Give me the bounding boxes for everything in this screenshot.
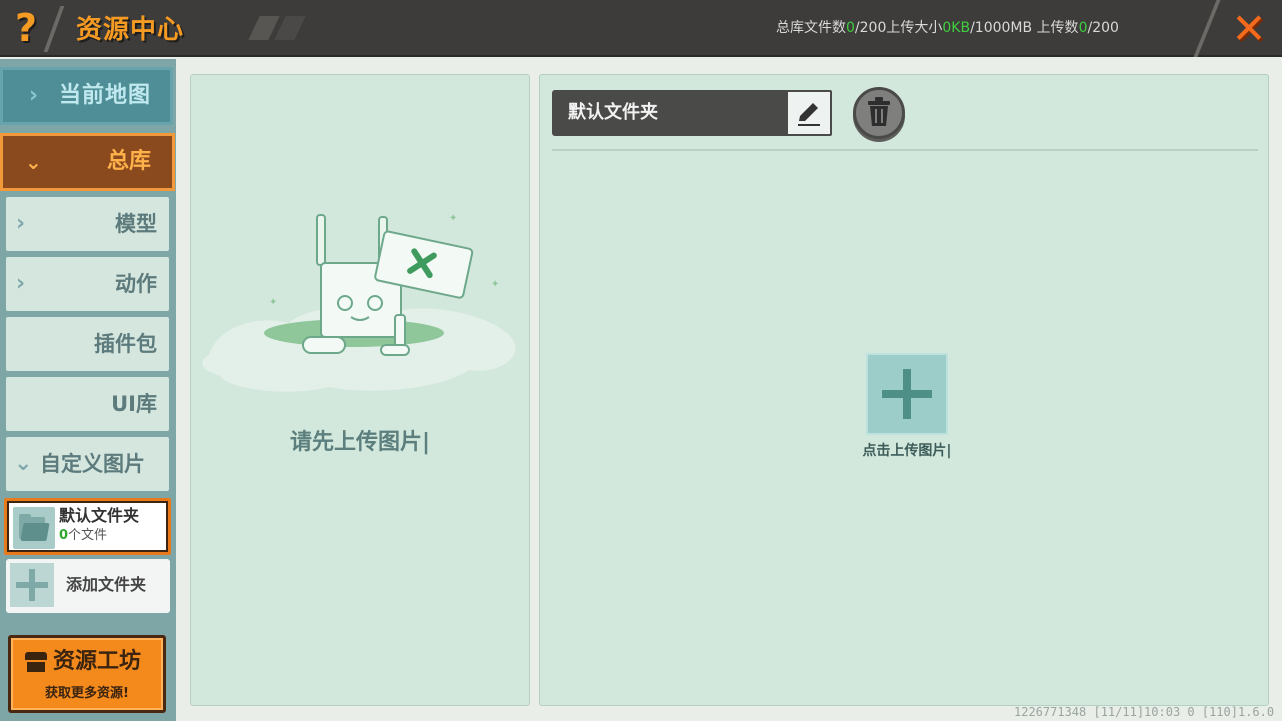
sidebar-item-label: 动作 xyxy=(115,272,157,296)
upload-count-label: 上传数 xyxy=(1032,20,1079,36)
folder-item-default[interactable]: 默认文件夹 0个文件 xyxy=(4,498,171,555)
header-decoration xyxy=(248,16,306,40)
chevron-right-icon: › xyxy=(16,211,26,236)
preview-panel: ✦ ✦ ✦ 请先上传图片| xyxy=(190,74,530,706)
chevron-right-icon: › xyxy=(29,83,39,108)
chevron-down-icon: ⌄ xyxy=(14,451,33,476)
sidebar-item-ui-library[interactable]: UI库 xyxy=(6,377,169,431)
sidebar-item-label: 模型 xyxy=(115,212,157,236)
panel-divider xyxy=(552,149,1258,151)
page-title: 资源中心 xyxy=(76,15,185,45)
empty-state-text: 请先上传图片| xyxy=(289,430,431,455)
upload-image-button[interactable] xyxy=(866,353,948,435)
svg-text:✦: ✦ xyxy=(491,279,499,290)
svg-text:✦: ✦ xyxy=(449,213,457,224)
total-files-max: /200 xyxy=(854,20,887,36)
folder-title: 默认文件夹 xyxy=(568,102,658,123)
add-folder-label: 添加文件夹 xyxy=(66,575,147,594)
sidebar-item-models[interactable]: › 模型 xyxy=(6,197,169,251)
plus-icon xyxy=(10,563,54,607)
add-folder-button[interactable]: 添加文件夹 xyxy=(6,559,170,613)
trash-icon xyxy=(868,97,890,126)
sidebar-item-actions[interactable]: › 动作 xyxy=(6,257,169,311)
sidebar-item-custom-images[interactable]: ⌄ 自定义图片 xyxy=(6,437,169,491)
total-files-label: 总库文件数 xyxy=(776,20,846,36)
upload-size-label: 上传大小 xyxy=(886,20,943,36)
storage-stats: 总库文件数0/200上传大小0KB/1000MB 上传数0/200 xyxy=(776,18,1119,38)
sidebar-item-label: 插件包 xyxy=(94,332,157,356)
sidebar-item-label: 总库 xyxy=(107,149,152,174)
upload-size-value: 0KB xyxy=(942,20,971,36)
close-icon[interactable]: ✕ xyxy=(1226,6,1272,52)
sidebar-item-label: 自定义图片 xyxy=(40,452,145,476)
shop-icon xyxy=(25,652,47,672)
header-bar: ? 资源中心 总库文件数0/200上传大小0KB/1000MB 上传数0/200… xyxy=(0,0,1282,57)
folder-count-suffix: 个文件 xyxy=(68,528,108,543)
folder-file-count: 0个文件 xyxy=(59,527,107,545)
folder-content-panel: 默认文件夹 点击上传图片| xyxy=(539,74,1269,706)
chevron-down-icon: ⌄ xyxy=(25,150,42,174)
workshop-title: 资源工坊 xyxy=(53,649,142,674)
empty-state-illustration: ✦ ✦ ✦ xyxy=(202,213,516,392)
header-divider-right xyxy=(1193,0,1221,57)
build-info: 1226771348 [11/11]10:03 0 [110]1.6.0 xyxy=(1014,705,1275,719)
sidebar-item-label: 当前地图 xyxy=(59,83,152,108)
delete-folder-button[interactable] xyxy=(853,87,905,139)
sidebar-item-label: UI库 xyxy=(111,392,157,416)
svg-text:✦: ✦ xyxy=(269,297,277,308)
chevron-right-icon: › xyxy=(16,271,26,296)
sidebar: › 当前地图 ⌄ 总库 › 模型 › 动作 插件包 UI库 ⌄ 自定义图片 默认… xyxy=(0,59,176,721)
resource-workshop-button[interactable]: 资源工坊 获取更多资源! xyxy=(8,635,166,713)
edit-folder-button[interactable] xyxy=(786,90,832,136)
upload-image-label: 点击上传图片| xyxy=(862,443,952,459)
upload-size-max: /1000MB xyxy=(970,20,1033,36)
folder-icon xyxy=(13,507,55,549)
sidebar-item-library[interactable]: ⌄ 总库 xyxy=(0,133,175,191)
folder-count-number: 0 xyxy=(59,528,69,543)
sidebar-item-current-map[interactable]: › 当前地图 xyxy=(0,67,173,125)
total-files-count: 0 xyxy=(846,20,855,36)
upload-count-max: /200 xyxy=(1087,20,1119,36)
help-icon[interactable]: ? xyxy=(10,8,42,48)
workshop-subtitle: 获取更多资源! xyxy=(45,686,129,701)
folder-name: 默认文件夹 xyxy=(59,506,140,525)
pencil-icon xyxy=(798,103,820,126)
sidebar-item-plugins[interactable]: 插件包 xyxy=(6,317,169,371)
header-divider xyxy=(43,6,65,52)
